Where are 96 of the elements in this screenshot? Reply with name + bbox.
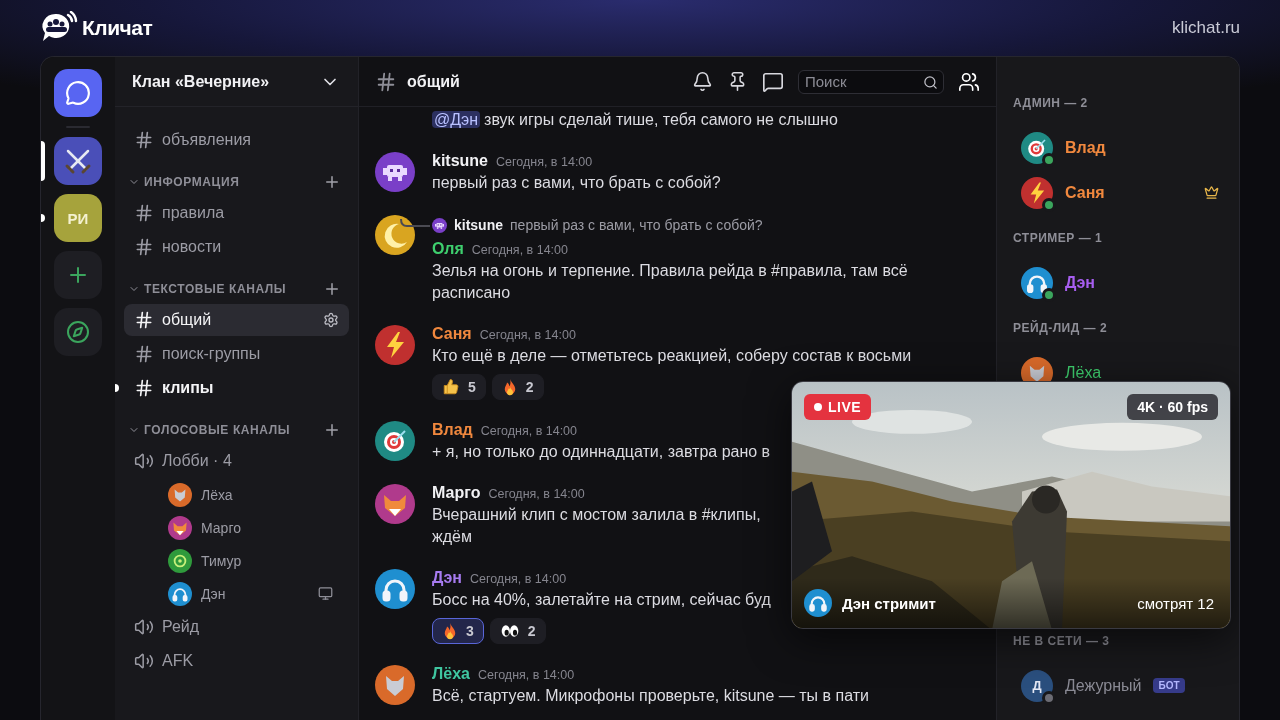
text-channel[interactable]: правила	[124, 196, 349, 230]
stream-preview[interactable]: LIVE 4K · 60 fps Дэн стримит смотрят 12	[791, 381, 1231, 629]
message-text: Кто ещё в деле — отметьтесь реакцией, соберу состав к восьми	[432, 346, 912, 366]
channel-name: объявления	[162, 131, 252, 149]
message-time: Сегодня, в 14:00	[496, 155, 593, 169]
bot-tag: БОТ	[1153, 678, 1185, 693]
server-header[interactable]: Клан «Вечерние»	[115, 57, 358, 107]
channel-name: поиск-группы	[162, 345, 262, 363]
compass-icon	[66, 320, 90, 344]
voice-channel[interactable]: Рейд	[124, 610, 349, 644]
text-channel[interactable]: клипы	[124, 371, 349, 405]
voice-user-name: Дэн	[201, 585, 227, 602]
message-text: Всё, стартуем. Микрофоны проверьте, kitsune — ты в пати	[432, 686, 869, 706]
text-channel[interactable]: объявления	[124, 123, 349, 157]
voice-channel[interactable]: Лобби · 4	[124, 444, 349, 478]
settings-icon[interactable]	[323, 312, 339, 328]
channel-name: общий	[162, 311, 213, 329]
reaction-button[interactable]: 3	[432, 618, 484, 644]
channel-name: клипы	[162, 379, 215, 397]
voice-channel[interactable]: AFK	[124, 644, 349, 678]
direct-messages-button[interactable]	[54, 69, 102, 117]
message-time: Сегодня, в 14:00	[479, 328, 576, 342]
message-author[interactable]: Влад	[432, 421, 473, 439]
server-button[interactable]	[54, 137, 102, 185]
streamer-label: Дэн стримит	[842, 594, 937, 612]
brand-name: Кличат	[82, 16, 153, 40]
message-author[interactable]: kitsune	[432, 152, 488, 170]
voice-user-name: Лёха	[201, 486, 234, 503]
search-icon	[923, 74, 938, 90]
quality-badge: 4K · 60 fps	[1127, 394, 1218, 420]
message-text: Вчерашний клип с мостом залила в #клипы,	[432, 505, 761, 525]
chat-bubble-icon	[65, 80, 91, 106]
member-name[interactable]: Дежурный	[1065, 676, 1142, 695]
message-text: Босс на 40%, залетайте на стрим, сейчас буд	[432, 590, 771, 610]
text-channel[interactable]: поиск-группы	[124, 337, 349, 371]
search-field[interactable]: Поиск	[798, 69, 944, 94]
threads-icon[interactable]	[762, 70, 784, 93]
category-title[interactable]: ТЕКСТОВЫЕ КАНАЛЫ	[144, 280, 319, 298]
text-channel[interactable]: общий	[124, 304, 349, 336]
message-text: первый раз с вами, что брать с собой?	[432, 173, 721, 193]
member-name[interactable]: Саня	[1065, 183, 1105, 202]
bell-icon[interactable]	[692, 71, 713, 92]
reaction-button[interactable]: 2	[491, 374, 544, 400]
message-time: Сегодня, в 14:00	[477, 668, 575, 682]
message-time: Сегодня, в 14:00	[471, 243, 568, 257]
user-mention[interactable]: @Дэн	[432, 111, 481, 128]
category-title[interactable]: ИНФОРМАЦИЯ	[144, 173, 319, 191]
member-name[interactable]: Влад	[1065, 138, 1106, 157]
channel-name: Рейд	[162, 618, 201, 636]
plus-icon[interactable]	[323, 280, 341, 298]
message-time: Сегодня, в 14:00	[488, 487, 585, 501]
unread-indicator	[115, 384, 119, 392]
plus-icon[interactable]	[323, 421, 341, 439]
hash-icon	[375, 70, 397, 93]
viewer-count: смотрят 12	[1137, 594, 1214, 612]
message-text: расписано	[432, 283, 512, 303]
message-author[interactable]: Оля	[432, 240, 464, 258]
site-domain: klichat.ru	[1171, 18, 1240, 38]
channel-name: правила	[162, 204, 226, 222]
category-title[interactable]: ГОЛОСОВЫЕ КАНАЛЫ	[144, 421, 319, 439]
plus-icon[interactable]	[323, 173, 341, 191]
reaction-button[interactable]: 5	[432, 374, 486, 400]
message-time: Сегодня, в 14:00	[480, 424, 578, 438]
message-text: Зелья на огонь и терпение. Правила рейда в #правила, там всё	[432, 261, 908, 281]
live-dot	[814, 403, 822, 411]
channel-name: AFK	[162, 652, 195, 670]
message-text: + я, но только до одиннадцати, завтра рано в	[432, 442, 771, 462]
member-name[interactable]: Дэн	[1065, 273, 1095, 292]
add-server-button[interactable]	[54, 251, 102, 299]
user-avatar: Д	[1021, 669, 1053, 702]
server-name: Клан «Вечерние»	[132, 72, 270, 91]
member-group-title: СТРИМЕР — 1	[1013, 229, 1104, 247]
message-author[interactable]: Лёха	[432, 665, 470, 683]
reaction-button[interactable]: 2	[489, 618, 546, 644]
member-group-title: РЕЙД-ЛИД — 2	[1013, 319, 1109, 337]
reply-connector	[400, 219, 430, 227]
message-text: @Дэн звук игры сделай тише, тебя самого не слышно	[432, 110, 838, 130]
channel-title: общий	[407, 72, 461, 91]
message-text: ждём	[432, 527, 473, 547]
message-author[interactable]: Марго	[432, 484, 481, 502]
member-name[interactable]: Лёха	[1065, 363, 1102, 382]
message-time: Сегодня, в 14:00	[469, 572, 567, 586]
channel-name: Лобби · 4	[162, 452, 233, 470]
member-group-title: АДМИН — 2	[1013, 94, 1089, 112]
member-group-title: НЕ В СЕТИ — 3	[1013, 632, 1111, 650]
voice-user-name: Марго	[201, 519, 242, 536]
text-channel[interactable]: новости	[124, 230, 349, 264]
reply-preview[interactable]: первый раз с вами, что брать с собой?	[510, 217, 763, 233]
message-author[interactable]: Дэн	[432, 569, 462, 587]
message-author[interactable]: Саня	[432, 325, 472, 343]
live-badge: LIVE	[804, 394, 872, 420]
explore-button[interactable]	[54, 308, 102, 356]
voice-user-name: Тимур	[201, 552, 243, 569]
channel-name: новости	[162, 238, 223, 256]
members-icon[interactable]	[958, 70, 980, 93]
reply-author[interactable]: kitsune	[454, 217, 503, 233]
